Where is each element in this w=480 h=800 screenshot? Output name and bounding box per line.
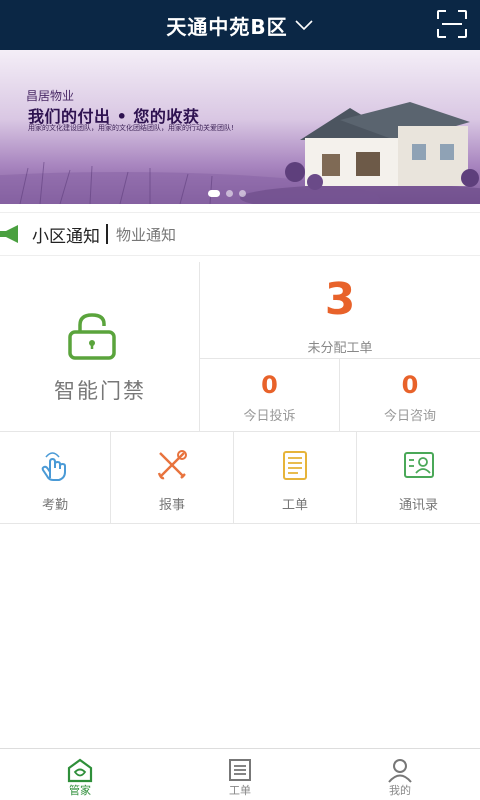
tab-mine[interactable]: 我的 [320,749,480,800]
banner-brand: 昌居物业 [26,89,75,103]
shortcut-row: 考勤 报事 工单 通讯录 [0,432,480,524]
unassigned-orders-stat[interactable]: 3 未分配工单 [200,262,480,359]
consults-today-stat[interactable]: 0 今日咨询 [340,359,480,432]
attendance-label: 考勤 [41,498,68,513]
tab-work-orders[interactable]: 工单 [160,749,320,800]
door-access-label: 智能门禁 [54,379,146,403]
report-issue-button[interactable]: 报事 [111,432,234,524]
notice-text[interactable]: 物业通知 [116,224,176,245]
work-order-button[interactable]: 工单 [234,432,357,524]
unlock-icon [68,313,116,360]
tab-mine-label: 我的 [389,784,411,797]
chevron-down-icon [295,20,313,31]
work-order-label: 工单 [281,498,308,513]
smart-door-access-button[interactable]: 智能门禁 [0,262,200,432]
tools-icon [157,450,187,480]
contacts-label: 通讯录 [398,498,438,513]
touch-hand-icon [41,452,66,481]
consults-label: 今日咨询 [383,409,436,424]
complaints-today-stat[interactable]: 0 今日投诉 [200,359,340,432]
unassigned-label: 未分配工单 [307,341,373,356]
carousel-dot-2[interactable] [226,190,233,197]
complaints-count: 0 [261,371,278,399]
consults-count: 0 [401,371,419,399]
carousel-dot-1[interactable] [208,190,220,197]
notice-divider [106,224,108,244]
tab-butler-label: 管家 [69,784,91,797]
carousel-indicator [208,190,246,197]
bottom-tab-bar: 管家 工单 我的 [0,748,480,800]
dashboard-grid: 智能门禁 3 未分配工单 0 今日投诉 0 今日咨询 [0,262,480,432]
community-title: 天通中苑B区 [166,14,288,39]
contacts-button[interactable]: 通讯录 [357,432,480,524]
list-icon [229,759,251,781]
promo-banner[interactable]: 昌居物业 我们的付出 • 您的收获 用家的文化建设团队，用家的文化团结团队，用家… [0,50,480,204]
report-issue-label: 报事 [158,498,185,513]
community-notice-bar[interactable]: 小区通知 物业通知 [0,212,480,256]
contact-card-icon [403,452,434,478]
notice-title: 小区通知 [32,226,100,247]
document-list-icon [283,451,307,480]
carousel-dot-3[interactable] [239,190,246,197]
megaphone-icon [0,225,18,243]
top-bar: 天通中苑B区 [0,0,480,50]
house-icon [67,758,93,783]
complaints-label: 今日投诉 [243,409,296,424]
scan-icon[interactable] [436,9,468,39]
unassigned-count: 3 [324,274,356,325]
user-icon [388,759,412,783]
community-selector[interactable]: 天通中苑B区 [166,11,313,40]
attendance-button[interactable]: 考勤 [0,432,111,524]
tab-work-orders-label: 工单 [229,784,251,797]
tab-butler[interactable]: 管家 [0,749,160,800]
banner-subtitle: 用家的文化建设团队，用家的文化团结团队，用家的行动关爱团队! [28,124,234,132]
